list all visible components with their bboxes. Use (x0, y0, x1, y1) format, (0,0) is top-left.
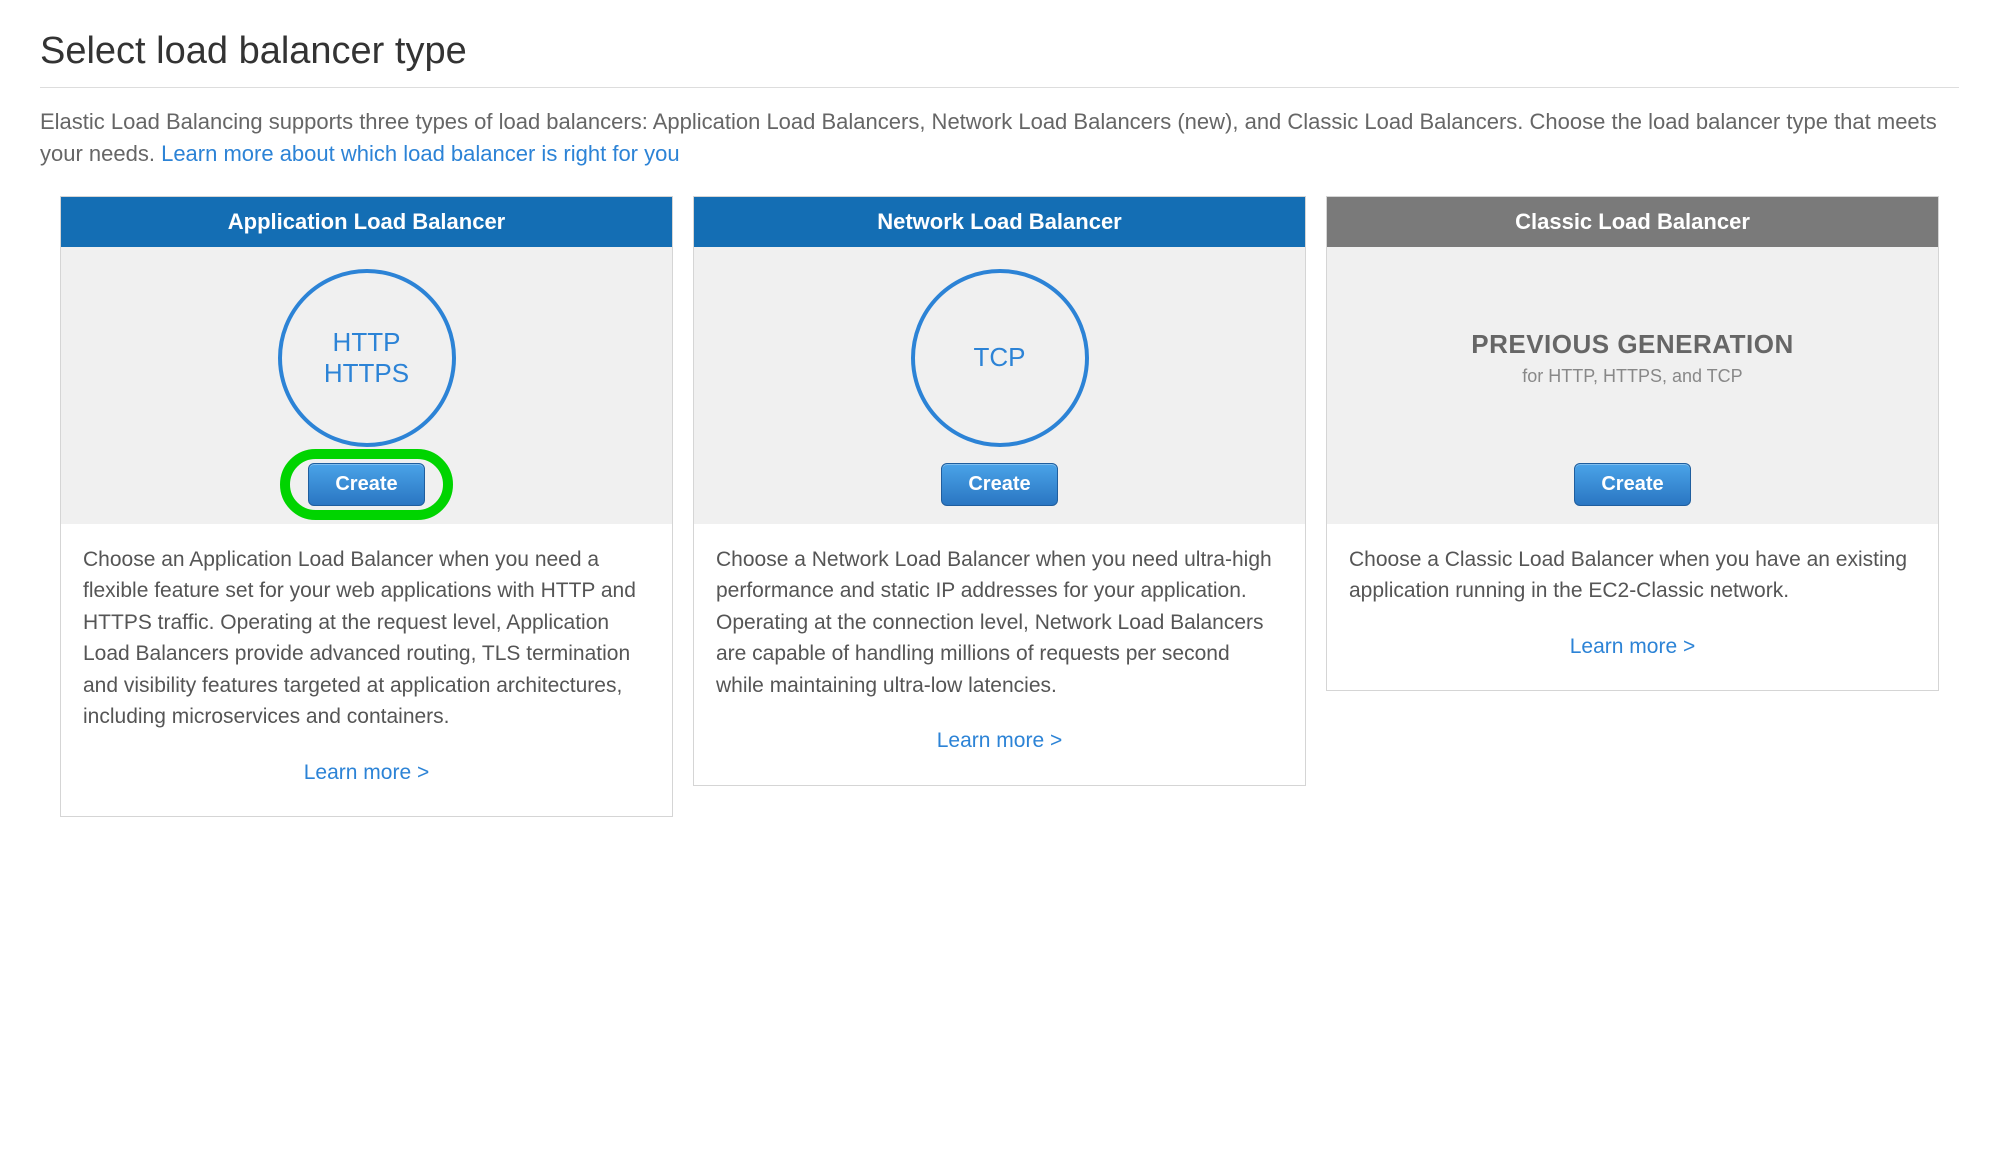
card-header-application: Application Load Balancer (61, 197, 672, 247)
card-body-application: Choose an Application Load Balancer when… (61, 524, 672, 817)
card-visual-classic: PREVIOUS GENERATION for HTTP, HTTPS, and… (1327, 247, 1938, 524)
intro-learn-more-link[interactable]: Learn more about which load balancer is … (161, 141, 680, 166)
protocol-http: HTTP (333, 327, 401, 358)
create-wrap-application: Create (308, 463, 424, 506)
learn-more-link-network[interactable]: Learn more > (716, 725, 1283, 757)
learn-more-link-classic[interactable]: Learn more > (1349, 631, 1916, 663)
card-visual-network: TCP Create (694, 247, 1305, 524)
previous-generation-title: PREVIOUS GENERATION (1471, 329, 1794, 360)
card-body-classic: Choose a Classic Load Balancer when you … (1327, 524, 1938, 691)
previous-generation-block: PREVIOUS GENERATION for HTTP, HTTPS, and… (1471, 269, 1794, 447)
card-description-network: Choose a Network Load Balancer when you … (716, 548, 1272, 697)
create-button-network[interactable]: Create (941, 463, 1057, 506)
create-button-application[interactable]: Create (308, 463, 424, 506)
title-divider (40, 87, 1959, 88)
protocol-circle-icon: HTTP HTTPS (278, 269, 456, 447)
card-visual-application: HTTP HTTPS Create (61, 247, 672, 524)
protocol-https: HTTPS (324, 358, 409, 389)
protocol-tcp: TCP (974, 342, 1026, 373)
card-header-classic: Classic Load Balancer (1327, 197, 1938, 247)
page-title: Select load balancer type (40, 30, 1959, 73)
cards-container: Application Load Balancer HTTP HTTPS Cre… (40, 196, 1959, 818)
card-network-lb: Network Load Balancer TCP Create Choose … (693, 196, 1306, 786)
learn-more-link-application[interactable]: Learn more > (83, 757, 650, 789)
card-body-network: Choose a Network Load Balancer when you … (694, 524, 1305, 785)
previous-generation-subtitle: for HTTP, HTTPS, and TCP (1522, 366, 1742, 387)
card-application-lb: Application Load Balancer HTTP HTTPS Cre… (60, 196, 673, 818)
intro-text: Elastic Load Balancing supports three ty… (40, 106, 1959, 170)
card-classic-lb: Classic Load Balancer PREVIOUS GENERATIO… (1326, 196, 1939, 692)
card-description-application: Choose an Application Load Balancer when… (83, 548, 636, 729)
protocol-circle-icon: TCP (911, 269, 1089, 447)
card-description-classic: Choose a Classic Load Balancer when you … (1349, 548, 1907, 603)
card-header-network: Network Load Balancer (694, 197, 1305, 247)
create-button-classic[interactable]: Create (1574, 463, 1690, 506)
